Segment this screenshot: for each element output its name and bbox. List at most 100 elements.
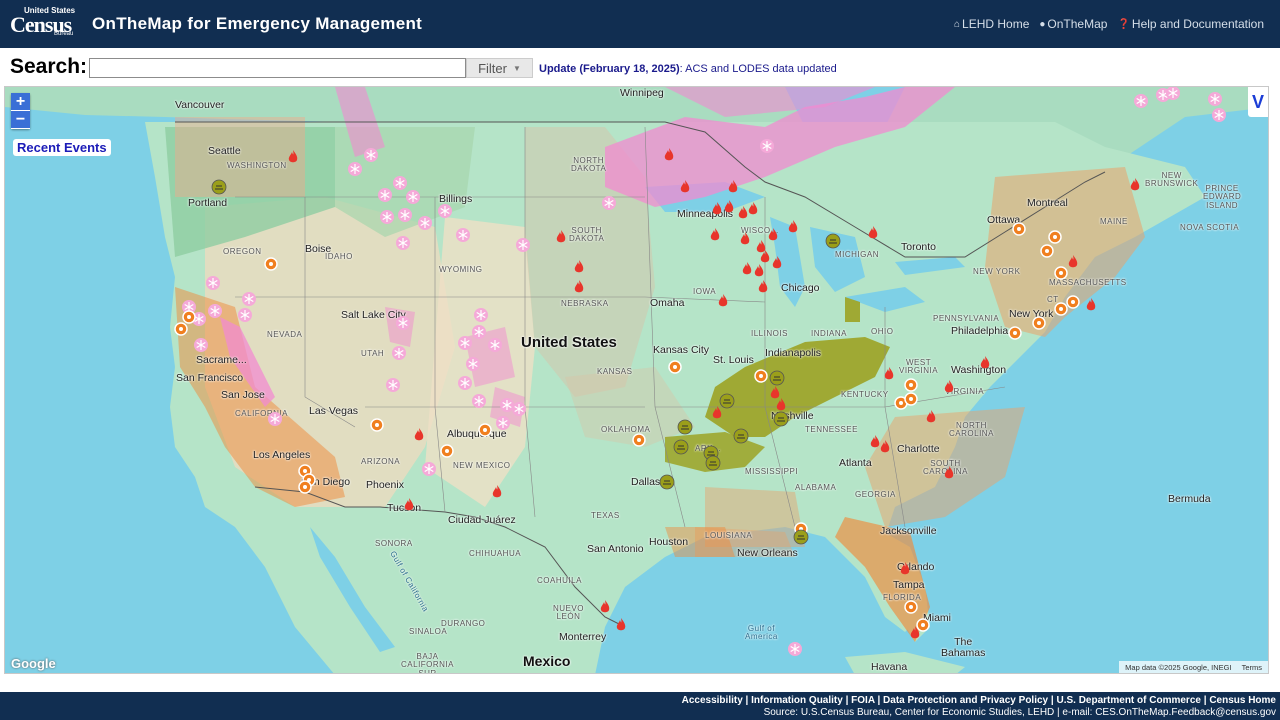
hazard-event-icon <box>632 433 646 447</box>
fire-event-icon <box>492 485 502 498</box>
fire-event-icon <box>600 600 610 613</box>
map-view[interactable]: Vancouver Winnipeg Seattle WASHINGTON Po… <box>4 86 1269 674</box>
fire-event-icon <box>742 262 752 275</box>
hazard-event-icon <box>182 310 196 324</box>
census-logo[interactable]: United States Census Bureau <box>10 6 76 40</box>
map-attribution: Map data ©2025 Google, INEGI Terms <box>1119 661 1268 673</box>
snow-event-icon <box>437 203 453 219</box>
footer-link-commerce[interactable]: U.S. Department of Commerce <box>1056 695 1200 706</box>
update-notice: Update (February 18, 2025): ACS and LODE… <box>539 63 837 75</box>
filter-button[interactable]: Filter ▼ <box>466 58 533 78</box>
fire-event-icon <box>404 498 414 511</box>
fire-event-icon <box>664 148 674 161</box>
fire-event-icon <box>758 280 768 293</box>
fire-event-icon <box>944 466 954 479</box>
footer-link-information-quality[interactable]: Information Quality <box>751 695 843 706</box>
snow-event-icon <box>499 397 515 413</box>
snow-event-icon <box>457 335 473 351</box>
storm-event-icon <box>211 179 227 195</box>
footer-source: Source: U.S.Census Bureau, Center for Ec… <box>763 707 1276 718</box>
snow-event-icon <box>397 207 413 223</box>
footer-link-privacy[interactable]: Data Protection and Privacy Policy <box>883 695 1048 706</box>
snow-event-icon <box>207 303 223 319</box>
snow-event-icon <box>417 215 433 231</box>
storm-event-icon <box>719 393 735 409</box>
help-icon: ❓ <box>1117 18 1130 30</box>
footer-link-accessibility[interactable]: Accessibility <box>682 695 743 706</box>
zoom-control: + − <box>11 93 30 129</box>
logo-text-bureau: Bureau <box>54 31 74 37</box>
hazard-event-icon <box>478 423 492 437</box>
chevron-down-icon: ▼ <box>512 63 521 73</box>
update-description: : ACS and LODES data updated <box>679 63 837 75</box>
storm-event-icon <box>769 370 785 386</box>
footer-link-foia[interactable]: FOIA <box>851 695 875 706</box>
fire-event-icon <box>870 435 880 448</box>
footer-link-census-home[interactable]: Census Home <box>1209 695 1276 706</box>
hazard-event-icon <box>174 322 188 336</box>
event-markers-layer <box>174 87 1227 657</box>
storm-event-icon <box>705 455 721 471</box>
hazard-event-icon <box>904 378 918 392</box>
hazard-event-icon <box>1040 244 1054 258</box>
fire-event-icon <box>288 150 298 163</box>
fire-event-icon <box>728 180 738 193</box>
panel-toggle-button[interactable]: V <box>1248 87 1268 117</box>
snow-event-icon <box>377 187 393 203</box>
fire-event-icon <box>718 294 728 307</box>
hazard-event-icon <box>904 600 918 614</box>
fire-event-icon <box>712 406 722 419</box>
page-footer: Accessibility | Information Quality | FO… <box>0 692 1280 720</box>
recent-events-button[interactable]: Recent Events <box>13 139 111 156</box>
storm-event-icon <box>673 439 689 455</box>
nav-onthemap[interactable]: ● OnTheMap <box>1039 17 1107 31</box>
fire-event-icon <box>740 232 750 245</box>
hazard-event-icon <box>1012 222 1026 236</box>
fire-event-icon <box>1130 178 1140 191</box>
hazard-event-icon <box>370 418 384 432</box>
storm-event-icon <box>793 529 809 545</box>
snow-event-icon <box>487 337 503 353</box>
home-icon: ⌂ <box>953 18 961 30</box>
snow-event-icon <box>457 375 473 391</box>
snow-event-icon <box>405 189 421 205</box>
snow-event-icon <box>471 324 487 340</box>
snow-event-icon <box>395 315 411 331</box>
search-label: Search: <box>10 55 88 78</box>
nav-help[interactable]: ❓ Help and Documentation <box>1117 17 1264 31</box>
hazard-event-icon <box>440 444 454 458</box>
storm-event-icon <box>825 233 841 249</box>
hazard-event-icon <box>1032 316 1046 330</box>
fire-event-icon <box>574 280 584 293</box>
nav-lehd-home[interactable]: ⌂ LEHD Home <box>954 17 1029 31</box>
search-input[interactable] <box>89 58 466 78</box>
snow-event-icon <box>1207 91 1223 107</box>
snow-event-icon <box>495 415 511 431</box>
fire-event-icon <box>724 200 734 213</box>
snow-event-icon <box>515 237 531 253</box>
fire-event-icon <box>868 226 878 239</box>
fire-event-icon <box>754 264 764 277</box>
google-logo[interactable]: Google <box>11 656 56 671</box>
snow-event-icon <box>787 641 803 657</box>
snow-event-icon <box>465 356 481 372</box>
hazard-event-icon <box>1048 230 1062 244</box>
update-date[interactable]: Update (February 18, 2025) <box>539 63 680 75</box>
hazard-event-icon <box>904 392 918 406</box>
storm-event-icon <box>677 419 693 435</box>
fire-event-icon <box>944 380 954 393</box>
fire-event-icon <box>574 260 584 273</box>
fire-event-icon <box>980 356 990 369</box>
zoom-out-button[interactable]: − <box>11 111 30 129</box>
terms-link[interactable]: Terms <box>1242 663 1262 672</box>
snow-event-icon <box>205 275 221 291</box>
map-data-credit[interactable]: Map data ©2025 Google, INEGI <box>1125 663 1231 672</box>
zoom-in-button[interactable]: + <box>11 93 30 111</box>
fire-event-icon <box>710 228 720 241</box>
map-marker-icon: ● <box>1039 18 1046 30</box>
hazard-event-icon <box>916 618 930 632</box>
snow-event-icon <box>241 291 257 307</box>
hazard-event-icon <box>1008 326 1022 340</box>
snow-event-icon <box>421 461 437 477</box>
hazard-event-icon <box>668 360 682 374</box>
